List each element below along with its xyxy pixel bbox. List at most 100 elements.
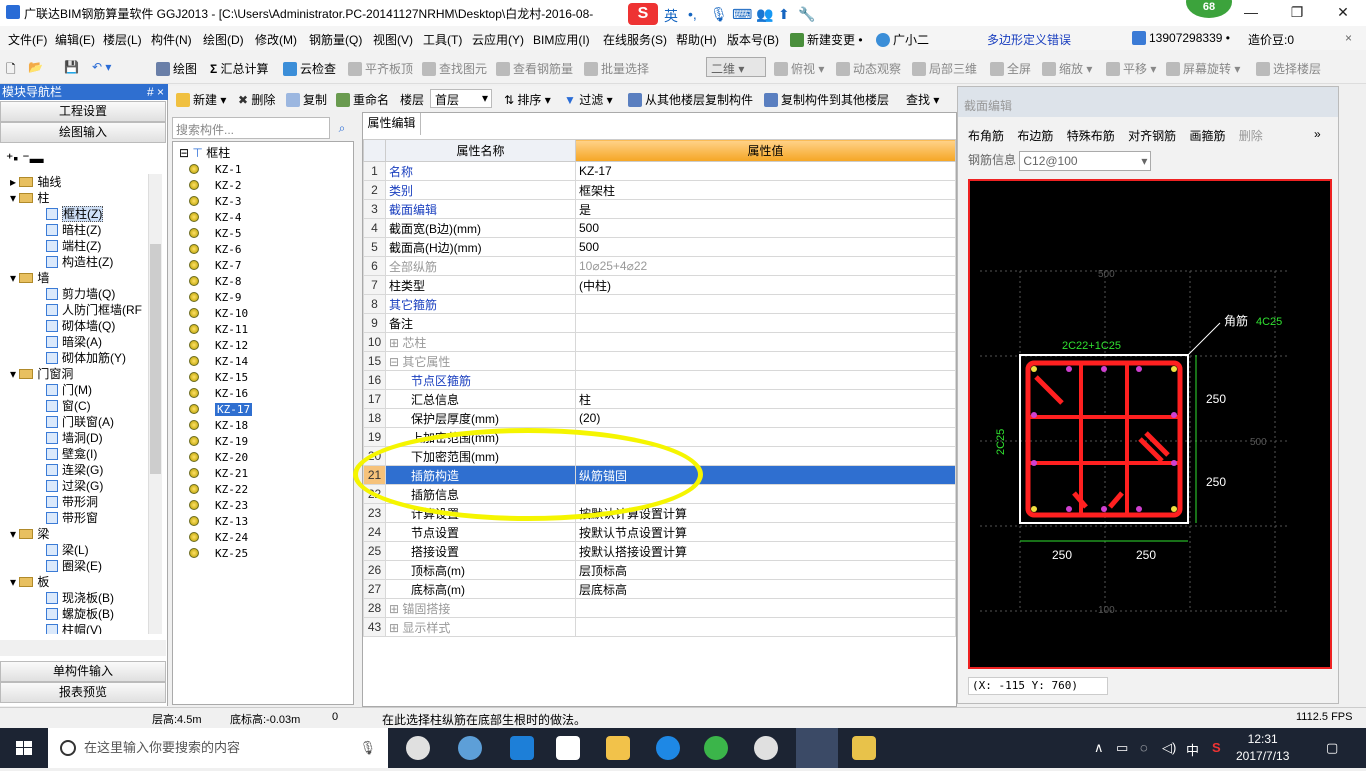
menu-help[interactable]: 帮助(H): [676, 31, 717, 48]
wifi-icon[interactable]: ◌: [1140, 740, 1148, 755]
nav-hscrollbar[interactable]: [0, 640, 166, 656]
property-value[interactable]: [575, 313, 956, 333]
nav-item[interactable]: 砌体加筋(Y): [46, 350, 126, 366]
nav-tree-scrollbar[interactable]: [148, 174, 162, 634]
floor-select[interactable]: 首层 ▾: [430, 89, 492, 108]
file-explorer-icon[interactable]: [606, 736, 630, 760]
property-value[interactable]: (20): [575, 408, 956, 428]
component-item[interactable]: KZ-24: [189, 530, 248, 546]
nav-item[interactable]: 墙洞(D): [46, 430, 103, 446]
more-icon[interactable]: ×: [1345, 31, 1352, 45]
nav-item[interactable]: 门(M): [46, 382, 92, 398]
ime-lang[interactable]: 中: [1186, 740, 1199, 759]
nav-item[interactable]: 现浇板(B): [46, 590, 114, 606]
zoom-button[interactable]: 缩放 ▾: [1042, 60, 1092, 77]
nav-item[interactable]: 螺旋板(B): [46, 606, 114, 622]
component-item[interactable]: KZ-12: [189, 338, 248, 354]
menu-tools[interactable]: 工具(T): [423, 31, 462, 48]
property-value[interactable]: 10⌀25+4⌀22: [575, 256, 956, 276]
glodon-app-icon[interactable]: [754, 736, 778, 760]
filter-button[interactable]: ▼ 过滤 ▾: [564, 91, 613, 108]
volume-icon[interactable]: ◁): [1162, 740, 1176, 756]
cloud-check-button[interactable]: 云检查: [283, 60, 336, 77]
property-value[interactable]: [575, 351, 956, 371]
project-settings-button[interactable]: 工程设置: [0, 101, 166, 122]
top-view-button[interactable]: 俯视 ▾: [774, 60, 824, 77]
property-row[interactable]: 8 其它箍筋: [363, 294, 956, 314]
menu-floor[interactable]: 楼层(L): [103, 31, 142, 48]
property-row[interactable]: 25 搭接设置 按默认搭接设置计算: [363, 541, 956, 561]
property-row[interactable]: 6 全部纵筋 10⌀25+4⌀22: [363, 256, 956, 276]
property-row[interactable]: 24 节点设置 按默认节点设置计算: [363, 522, 956, 542]
nav-folder[interactable]: ▾ 门窗洞: [10, 366, 73, 382]
component-item[interactable]: KZ-11: [189, 322, 248, 338]
notes-icon[interactable]: [852, 736, 876, 760]
property-value[interactable]: [575, 370, 956, 390]
component-item[interactable]: KZ-20: [189, 450, 248, 466]
delete-rebar-button[interactable]: 删除: [1239, 129, 1263, 143]
list-root[interactable]: ⊟ ⊤ 框柱: [179, 145, 230, 161]
task-view-icon[interactable]: [406, 736, 430, 760]
menu-cloud[interactable]: 云应用(Y): [472, 31, 524, 48]
nav-item[interactable]: 柱帽(V): [46, 622, 102, 634]
close-button[interactable]: ✕: [1320, 0, 1366, 26]
microphone-icon[interactable]: 🎙: [710, 6, 728, 23]
menu-modify[interactable]: 修改(M): [255, 31, 297, 48]
menu-new-change[interactable]: 新建变更 •: [790, 31, 863, 48]
property-value[interactable]: 500: [575, 218, 956, 238]
expand-collapse-icons[interactable]: ⁺▪ ⁻▬: [6, 150, 44, 167]
nav-item[interactable]: 暗梁(A): [46, 334, 102, 350]
sogou-tray-icon[interactable]: S: [1212, 740, 1221, 755]
copy-component-button[interactable]: 复制: [286, 91, 327, 108]
property-value[interactable]: 层底标高: [575, 579, 956, 599]
error-notice[interactable]: 多边形定义错误: [987, 31, 1071, 48]
tab-property-edit[interactable]: 属性编辑: [363, 113, 421, 135]
component-item[interactable]: KZ-23: [189, 498, 248, 514]
component-item[interactable]: KZ-4: [189, 210, 242, 226]
active-app-icon[interactable]: [796, 728, 838, 768]
keyboard-icon[interactable]: ⌨: [732, 6, 752, 23]
property-value[interactable]: 层顶标高: [575, 560, 956, 580]
property-row[interactable]: 17 汇总信息 柱: [363, 389, 956, 409]
nav-item[interactable]: 人防门框墙(RF: [46, 302, 142, 318]
component-search-input[interactable]: 搜索构件...: [172, 117, 330, 139]
property-value[interactable]: 框架柱: [575, 180, 956, 200]
expander-icon[interactable]: ▾: [10, 527, 19, 541]
draw-input-button[interactable]: 绘图输入: [0, 122, 166, 143]
menu-component[interactable]: 构件(N): [151, 31, 192, 48]
property-row[interactable]: 3 截面编辑 是: [363, 199, 956, 219]
tray-expand-icon[interactable]: ∧: [1094, 740, 1104, 756]
property-row[interactable]: 5 截面高(H边)(mm) 500: [363, 237, 956, 257]
property-row[interactable]: 1 名称 KZ-17: [363, 161, 956, 181]
tools-icon[interactable]: 🔧: [798, 6, 815, 23]
nav-folder[interactable]: ▾ 梁: [10, 526, 49, 542]
notification-icon[interactable]: ▢: [1326, 740, 1338, 756]
property-value[interactable]: 500: [575, 237, 956, 257]
nav-item[interactable]: 砌体墙(Q): [46, 318, 115, 334]
nav-item[interactable]: 连梁(G): [46, 462, 103, 478]
taskbar-clock[interactable]: 12:31 2017/7/13: [1236, 731, 1289, 765]
find-element-button[interactable]: 查找图元: [422, 60, 487, 77]
property-value[interactable]: [575, 332, 956, 352]
menu-bim[interactable]: BIM应用(I): [533, 31, 590, 48]
property-row[interactable]: 2 类别 框架柱: [363, 180, 956, 200]
store-icon[interactable]: [556, 736, 580, 760]
menu-online[interactable]: 在线服务(S): [603, 31, 667, 48]
rebar-info-select[interactable]: C12@100 ▾: [1019, 151, 1152, 171]
component-item[interactable]: KZ-5: [189, 226, 242, 242]
nav-folder[interactable]: ▾ 板: [10, 574, 49, 590]
property-row[interactable]: 4 截面宽(B边)(mm) 500: [363, 218, 956, 238]
view-qty-button[interactable]: 查看钢筋量: [496, 60, 573, 77]
punctuation-icon[interactable]: •,: [688, 6, 697, 22]
component-item[interactable]: KZ-7: [189, 258, 242, 274]
expander-icon[interactable]: ▾: [10, 191, 19, 205]
component-item[interactable]: KZ-6: [189, 242, 242, 258]
property-value[interactable]: 柱: [575, 389, 956, 409]
copy-from-floor-button[interactable]: 从其他楼层复制构件: [628, 91, 753, 108]
more-tools-icon[interactable]: »: [1314, 127, 1321, 141]
find-component-button[interactable]: 查找 ▾: [906, 91, 939, 108]
nav-item[interactable]: 框柱(Z): [46, 206, 104, 222]
expander-icon[interactable]: ▾: [10, 271, 19, 285]
component-item[interactable]: KZ-17: [189, 402, 253, 418]
save-icon[interactable]: 💾: [64, 60, 79, 74]
